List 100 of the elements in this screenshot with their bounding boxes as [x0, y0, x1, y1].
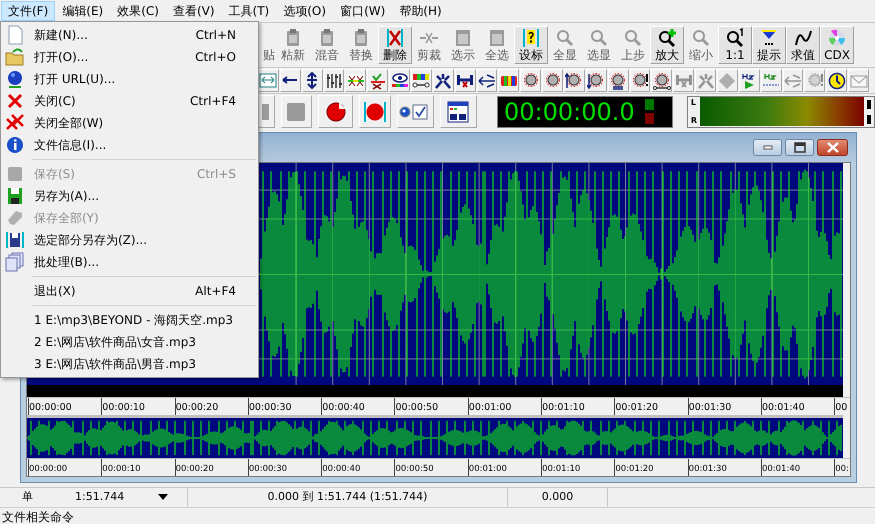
toolbar-button[interactable]: 1:1: [718, 26, 752, 64]
toolbar-button[interactable]: 放大: [650, 26, 684, 64]
time-label: 00:01:30: [688, 398, 761, 415]
toolbar-icon-button[interactable]: [302, 69, 323, 92]
toolbar-icon-button[interactable]: [389, 69, 410, 92]
time-label: 00:00:00: [28, 398, 102, 415]
toolbar-icon-button[interactable]: [345, 69, 366, 92]
time-label: 00:00:50: [394, 398, 468, 415]
shape-icon: [5, 208, 25, 228]
transport-button[interactable]: [440, 95, 477, 128]
time-label: 00:00:00: [28, 459, 102, 476]
menu-item[interactable]: 工具(T): [222, 1, 276, 21]
minimize-button[interactable]: [753, 139, 782, 156]
menu-item[interactable]: 选项(O): [276, 1, 334, 21]
toolbar-icon-button[interactable]: [738, 69, 760, 92]
triangle-icon: [759, 28, 779, 48]
menu-item[interactable]: 关闭(C) Ctrl+F4: [1, 90, 258, 112]
stop-icon: [285, 100, 308, 122]
magnifier-icon: [589, 28, 609, 48]
diamond-icon: [718, 72, 736, 90]
arrow-lines-icon: [478, 72, 496, 90]
toolbar-icon-button[interactable]: [760, 69, 782, 92]
toolbar-icon-button[interactable]: [630, 69, 650, 92]
time-label: 00:00:10: [101, 398, 175, 415]
menu-item[interactable]: 文件信息(I)...: [1, 134, 258, 156]
toolbar-icon-button[interactable]: [476, 69, 498, 92]
time-label: 00:00:20: [174, 459, 248, 476]
menu-item[interactable]: 窗口(W): [333, 1, 392, 21]
toolbar-icon-button[interactable]: [826, 69, 848, 92]
menu-item[interactable]: 打开(O)... Ctrl+O: [1, 46, 258, 68]
sliders-icon: [325, 72, 343, 90]
menu-item[interactable]: 退出(X) Alt+F4: [1, 280, 258, 302]
channel-label: L: [690, 98, 697, 108]
toolbar-icon-button[interactable]: [324, 69, 344, 92]
time-label: 00:01:10: [541, 398, 614, 415]
toolbar-button[interactable]: 设标: [514, 26, 548, 64]
square-icon: [5, 164, 25, 184]
close-button[interactable]: [817, 139, 848, 156]
menu-item[interactable]: 关闭全部(W): [1, 112, 258, 134]
fit-icon: [259, 72, 278, 90]
knob-icon: [587, 72, 606, 90]
toolbar-button[interactable]: CDX: [820, 26, 854, 64]
marker-icon: [521, 28, 541, 48]
toolbar-button[interactable]: 求值: [786, 26, 820, 64]
toolbar-icon-button[interactable]: [608, 69, 629, 92]
menu-item[interactable]: 选定部分另存为(Z)...: [1, 229, 258, 251]
toolbar-icon-button[interactable]: [586, 69, 607, 92]
burst-icon: [696, 72, 715, 90]
curve-icon: [793, 28, 813, 48]
info-icon: [5, 135, 25, 155]
transport-button[interactable]: [396, 95, 434, 128]
window-icon: [447, 100, 470, 122]
menu-item[interactable]: 3 E:\网店\软件商品\男音.mp3: [1, 353, 258, 375]
knob-icon: [565, 72, 584, 90]
toolbar-icon-button[interactable]: [542, 69, 564, 92]
menu-item[interactable]: 1 E:\mp3\BEYOND - 海阔天空.mp3: [1, 309, 258, 331]
menu-item[interactable]: 文件(F): [1, 1, 56, 21]
maximize-button[interactable]: [785, 139, 814, 156]
toolbar-icon-button[interactable]: [432, 69, 454, 92]
menu-item[interactable]: 另存为(A)...: [1, 185, 258, 207]
toolbar-icon-button[interactable]: [411, 69, 432, 92]
menu-item[interactable]: 2 E:\网店\软件商品\女音.mp3: [1, 331, 258, 353]
menu-item[interactable]: 效果(C): [110, 1, 166, 21]
time-label: 00: [834, 398, 850, 415]
window-icon: [487, 28, 507, 48]
menu-item[interactable]: 编辑(E): [55, 1, 110, 21]
window-icon: [453, 28, 473, 48]
menu-item[interactable]: 批处理(B)...: [1, 251, 258, 273]
knob-icon: [544, 72, 562, 90]
floppy-icon: [5, 186, 25, 206]
time-label: 00:00:40: [321, 398, 394, 415]
toolbar-icon-button[interactable]: [651, 69, 672, 92]
menu-item[interactable]: 查看(V): [166, 1, 222, 21]
floppy-icon: [5, 230, 25, 250]
time-label: 00:00:50: [394, 459, 468, 476]
toolbar-icon-button[interactable]: [367, 69, 388, 92]
folder-icon: [5, 47, 25, 67]
close-icon: [824, 141, 840, 154]
selection-range: 0.000 到 1:51.744 (1:51.744): [268, 489, 428, 505]
time-label: 00:01:20: [614, 398, 688, 415]
menu-item[interactable]: 帮助(H): [392, 1, 449, 21]
toolbar-icon-button[interactable]: [454, 69, 476, 92]
transport-button[interactable]: [318, 95, 354, 128]
arrow-lines-icon: [784, 72, 802, 90]
grid-icon: [346, 72, 365, 90]
toolbar-icon-button[interactable]: [258, 69, 279, 92]
menu-item[interactable]: 新建(N)... Ctrl+N: [1, 24, 258, 46]
menu-item[interactable]: 打开 URL(U)...: [1, 68, 258, 90]
knob-icon: [652, 72, 671, 90]
magnifier-icon: [725, 28, 745, 48]
toolbar-button[interactable]: 删除: [378, 26, 412, 64]
toolbar-icon-button[interactable]: [280, 69, 301, 92]
toolbar-icon-button[interactable]: [498, 69, 520, 92]
time-label: 00:01:20: [614, 459, 688, 476]
knob-icon: [609, 72, 628, 90]
toolbar-icon-button[interactable]: [564, 69, 585, 92]
toolbar-icon-button[interactable]: [520, 69, 542, 92]
toolbar-button[interactable]: 提示: [752, 26, 786, 64]
clock-icon: [828, 72, 846, 90]
square-icon: [262, 104, 270, 120]
